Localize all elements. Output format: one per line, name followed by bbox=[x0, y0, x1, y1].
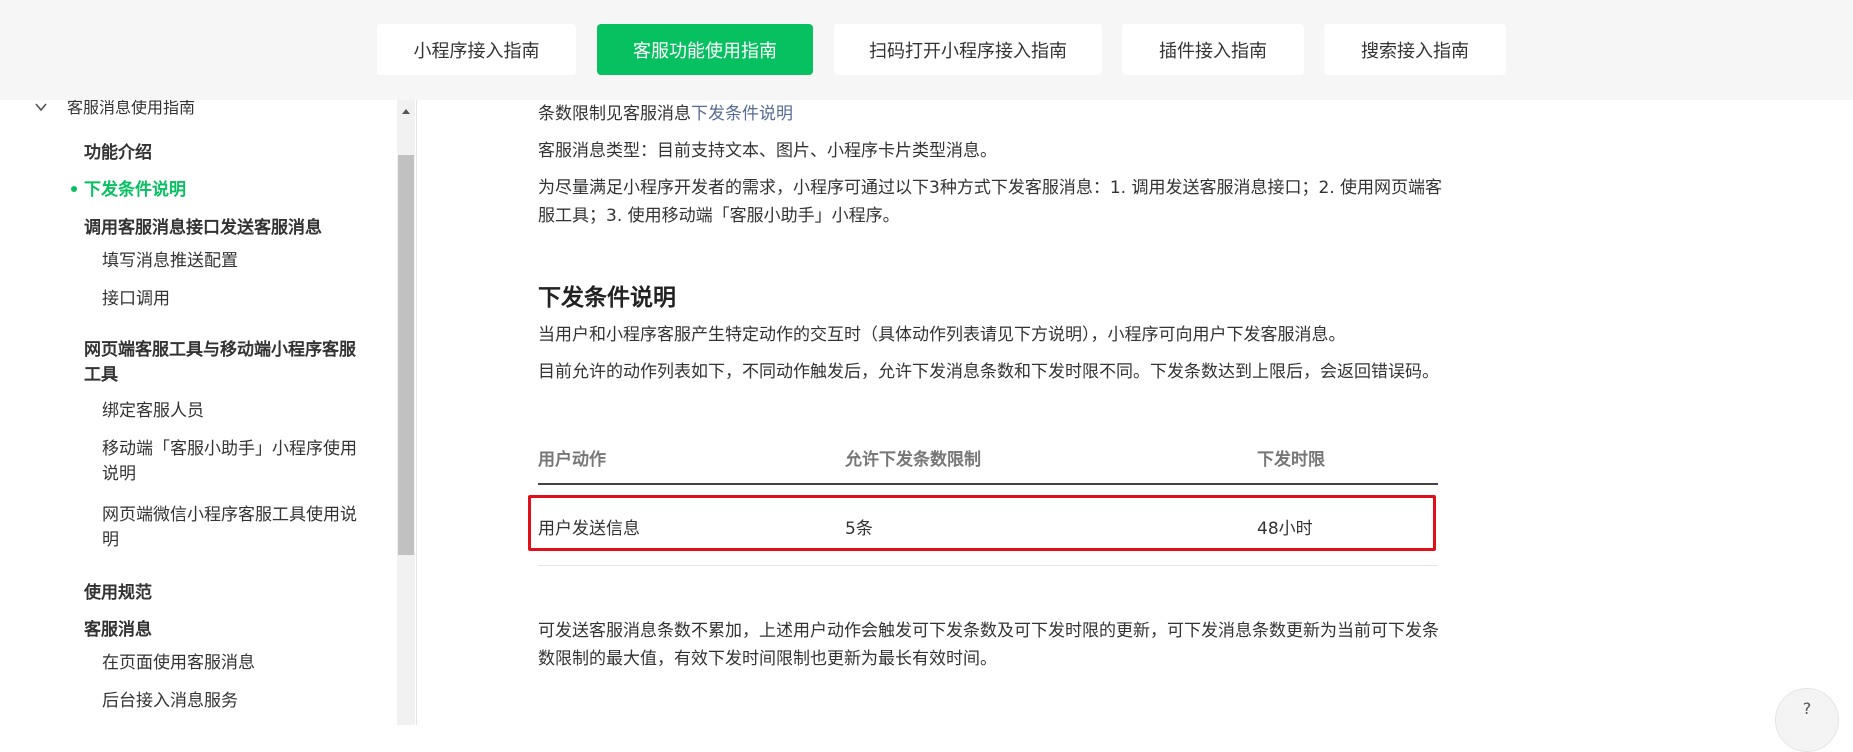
sidebar-item-rules[interactable]: 使用规范 bbox=[84, 578, 152, 603]
limit-text: 条数限制见客服消息 bbox=[538, 104, 691, 124]
sidebar-item-cs-message[interactable]: 客服消息 bbox=[84, 615, 152, 640]
section-heading: 下发条件说明 bbox=[538, 285, 676, 311]
guide-tab-bar: 小程序接入指南 客服功能使用指南 扫码打开小程序接入指南 插件接入指南 搜索接入… bbox=[0, 0, 1853, 100]
sidebar-nav bbox=[0, 100, 417, 725]
paragraph-trigger: 当用户和小程序客服产生特定动作的交互时（具体动作列表请见下方说明），小程序可向用… bbox=[538, 325, 1346, 345]
main-content: 条数限制见客服消息下发条件说明 客服消息类型：目前支持文本、图片、小程序卡片类型… bbox=[418, 100, 1853, 725]
sidebar-item-conditions[interactable]: 下发条件说明 bbox=[84, 175, 186, 200]
sidebar-item-push-config[interactable]: 填写消息推送配置 bbox=[102, 246, 238, 271]
sidebar-item-bind-staff[interactable]: 绑定客服人员 bbox=[102, 396, 204, 421]
chevron-down-icon[interactable] bbox=[34, 100, 48, 114]
help-button[interactable]: ? bbox=[1775, 688, 1839, 752]
table-row-divider bbox=[538, 565, 1438, 566]
sidebar-item-api-send[interactable]: 调用客服消息接口发送客服消息 bbox=[84, 213, 322, 238]
tab-qrcode-guide[interactable]: 扫码打开小程序接入指南 bbox=[834, 24, 1102, 75]
table-header-time: 下发时限 bbox=[1257, 450, 1325, 470]
paragraph-types: 客服消息类型：目前支持文本、图片、小程序卡片类型消息。 bbox=[538, 141, 997, 161]
paragraph-limit: 条数限制见客服消息下发条件说明 bbox=[538, 100, 1443, 128]
sidebar-item-tools[interactable]: 网页端客服工具与移动端小程序客服工具 bbox=[84, 335, 364, 385]
paragraph-actions: 目前允许的动作列表如下，不同动作触发后，允许下发消息条数和下发时限不同。下发条数… bbox=[538, 362, 1439, 382]
table-header-divider bbox=[538, 483, 1438, 485]
tab-customer-service-guide[interactable]: 客服功能使用指南 bbox=[597, 24, 813, 75]
conditions-link[interactable]: 下发条件说明 bbox=[691, 104, 793, 124]
sidebar-item-mobile-helper[interactable]: 移动端「客服小助手」小程序使用说明 bbox=[102, 434, 362, 484]
sidebar-item-backend[interactable]: 后台接入消息服务 bbox=[102, 686, 238, 711]
sidebar-item-page-use[interactable]: 在页面使用客服消息 bbox=[102, 648, 255, 673]
table-header-limit: 允许下发条数限制 bbox=[845, 450, 981, 470]
table-header-action: 用户动作 bbox=[538, 450, 606, 470]
tab-search-guide[interactable]: 搜索接入指南 bbox=[1324, 24, 1506, 75]
tab-plugin-guide[interactable]: 插件接入指南 bbox=[1122, 24, 1304, 75]
sidebar-scrollbar-thumb[interactable] bbox=[398, 155, 414, 555]
active-dot bbox=[71, 186, 77, 192]
sidebar-item-api-call[interactable]: 接口调用 bbox=[102, 284, 170, 309]
paragraph-methods: 为尽量满足小程序开发者的需求，小程序可通过以下3种方式下发客服消息：1. 调用发… bbox=[538, 178, 1443, 226]
sidebar-item-intro[interactable]: 功能介绍 bbox=[84, 138, 152, 163]
paragraph-accumulation: 可发送客服消息条数不累加，上述用户动作会触发可下发条数及可下发时限的更新，可下发… bbox=[538, 621, 1439, 669]
tab-miniprogram-guide[interactable]: 小程序接入指南 bbox=[377, 24, 576, 75]
sidebar-item-web-tool[interactable]: 网页端微信小程序客服工具使用说明 bbox=[102, 500, 362, 550]
scroll-up-arrow-icon[interactable] bbox=[400, 106, 412, 118]
highlight-box bbox=[528, 495, 1436, 551]
